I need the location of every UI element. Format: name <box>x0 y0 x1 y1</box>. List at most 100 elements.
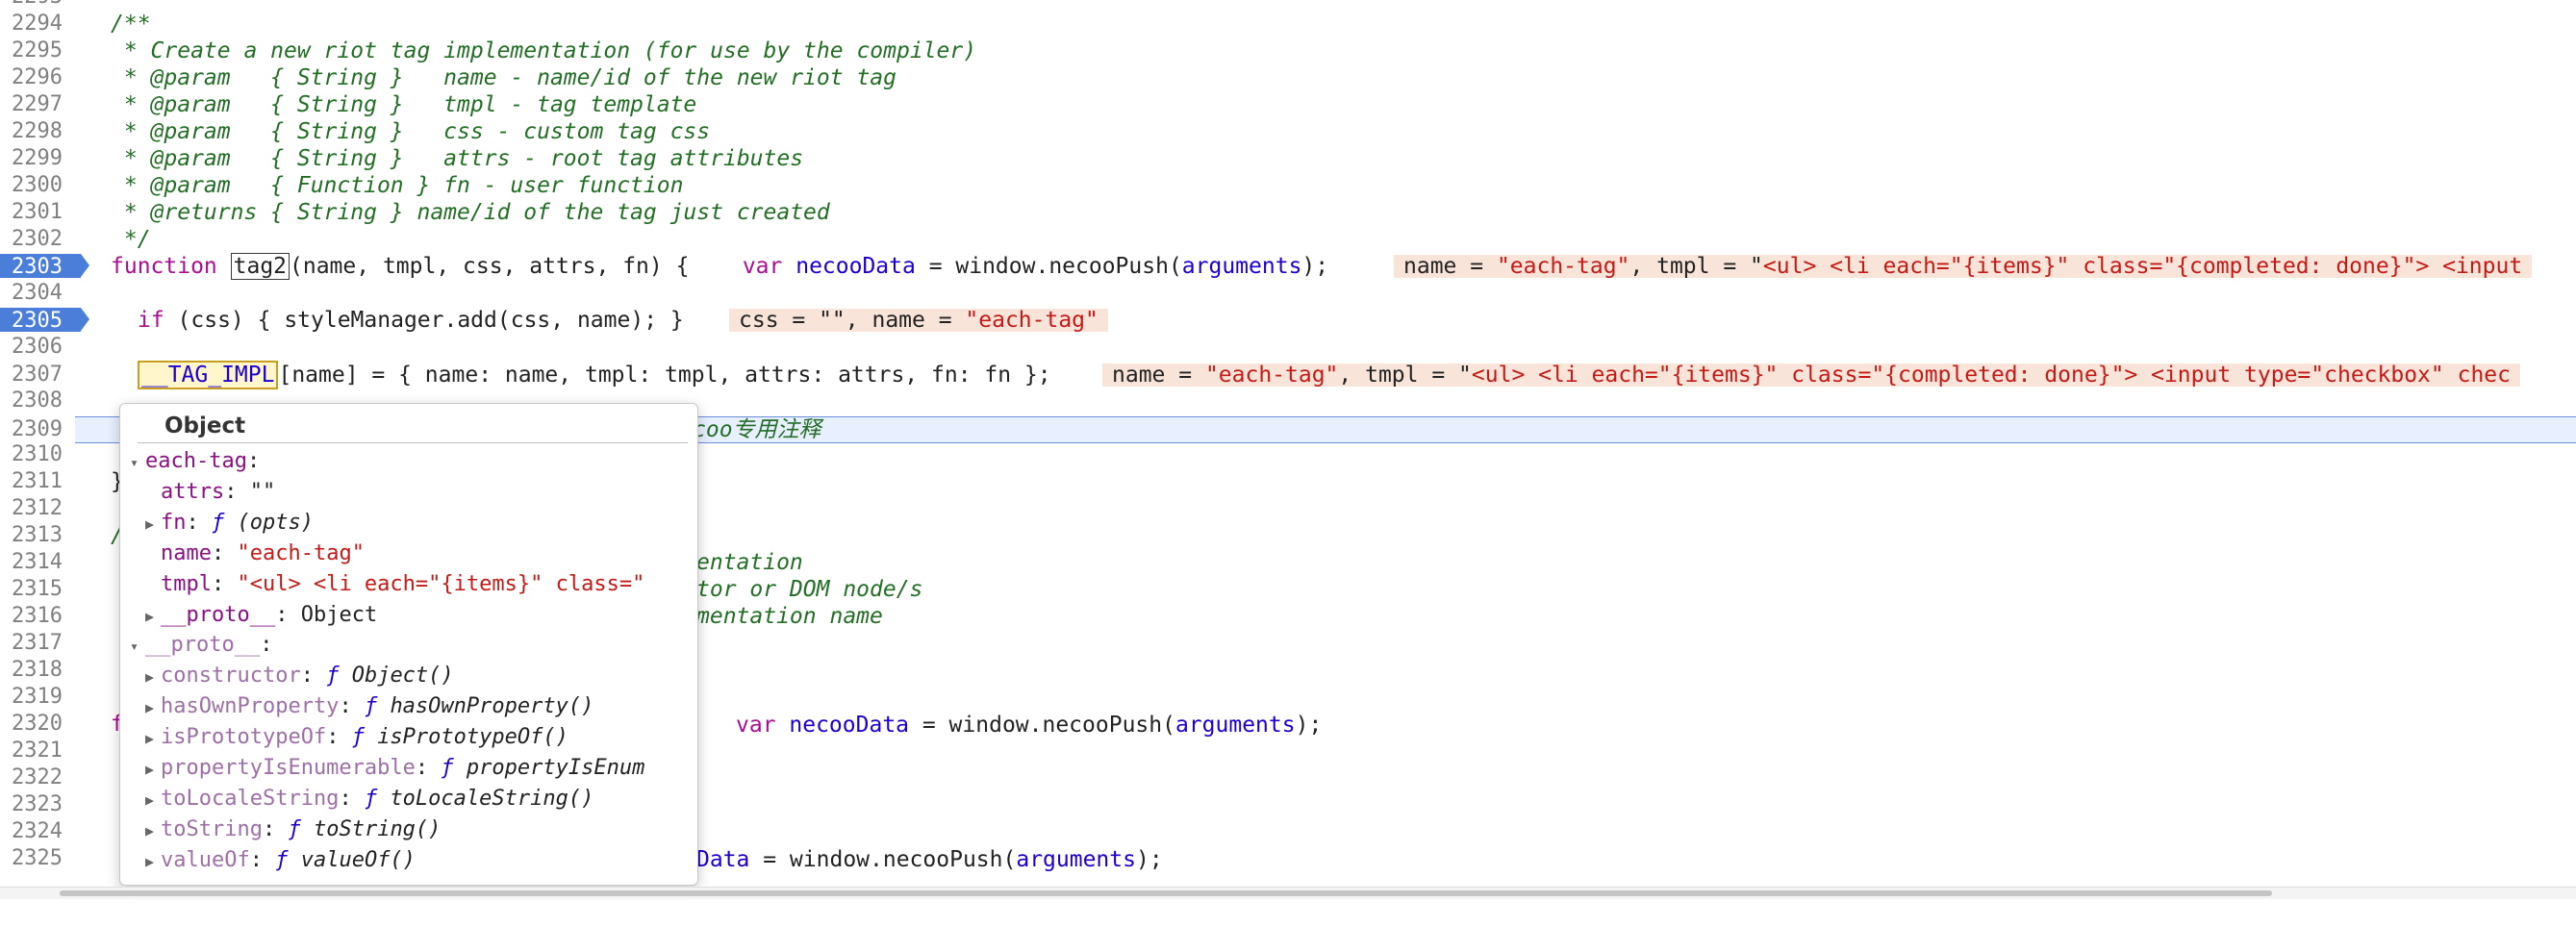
call: = window.necooPush( <box>749 847 1017 872</box>
function-glyph: ƒ <box>288 816 314 841</box>
function-signature: Object() <box>351 664 454 689</box>
inline-value-2307: name = "each-tag", tmpl = "<ul> <li each… <box>1102 363 2520 387</box>
breakpoint-marker[interactable]: 2303 <box>0 254 89 279</box>
code-line-2301[interactable]: 2301 * @returns { String } name/id of th… <box>0 199 2576 226</box>
keyword-if: if <box>138 308 178 333</box>
line-number: 2299 <box>12 146 63 170</box>
call-end: ); <box>1135 847 1163 872</box>
property-value: ƒ toString() <box>288 817 441 841</box>
collapsed-triangle-icon[interactable]: ▶ <box>145 601 161 632</box>
expanded-triangle-icon[interactable]: ▾ <box>130 447 145 478</box>
collapsed-triangle-icon[interactable]: ▶ <box>145 509 161 539</box>
property-key: propertyIsEnumerable <box>161 756 416 780</box>
property-key: attrs <box>161 479 225 504</box>
keyword-var: var <box>736 713 790 738</box>
code-text: * @param { String } tmpl - tag template <box>111 92 697 117</box>
inspector-row-isprototypeof[interactable]: ▶ isPrototypeOf: ƒ isPrototypeOf() <box>145 722 568 753</box>
line-number: 2301 <box>12 200 63 224</box>
collapsed-triangle-icon[interactable]: ▶ <box>145 815 161 846</box>
code-segment: (css) { styleManager.add(css, name); } <box>177 308 684 333</box>
call: = window.necooPush( <box>915 254 1182 279</box>
code-line-2298[interactable]: 2298 * @param { String } css - custom ta… <box>0 118 2576 145</box>
params: (name, tmpl, css, attrs, fn) { <box>290 254 690 279</box>
inspector-row-fn[interactable]: ▶ fn: ƒ (opts) <box>145 508 314 539</box>
arg-arguments: arguments <box>1181 254 1302 279</box>
collapsed-triangle-icon[interactable]: ▶ <box>145 692 161 723</box>
code-text: * Create a new riot tag implementation (… <box>111 38 977 63</box>
object-inspector-popup[interactable]: Object ▾ each-tag: attrs: "" ▶ fn: ƒ (opts) n… <box>119 403 698 886</box>
code-segment: [name] = { name: name, tmpl: tmpl, attrs… <box>278 363 1051 388</box>
function-glyph: ƒ <box>326 664 352 689</box>
line-number: 2315 <box>12 577 63 601</box>
code-editor[interactable]: 2309coo专用注释 22932294/**2295 * Create a n… <box>0 0 2576 899</box>
code-line-2297[interactable]: 2297 * @param { String } tmpl - tag temp… <box>0 91 2576 118</box>
line-number: 2293 <box>0 0 79 11</box>
property-value: "<ul> <li each="{items}" class=" <box>237 571 645 596</box>
keyword-var: var <box>689 254 796 279</box>
inspector-row-constructor[interactable]: ▶ constructor: ƒ Object() <box>145 661 454 691</box>
inspector-row-tolocalestring[interactable]: ▶ toLocaleString: ƒ toLocaleString() <box>145 784 593 814</box>
line-number: 2323 <box>12 792 63 816</box>
property-key: toString <box>161 816 263 841</box>
collapsed-triangle-icon[interactable]: ▶ <box>145 785 161 815</box>
code-line-2299[interactable]: 2299 * @param { String } attrs - root ta… <box>0 145 2576 172</box>
line-number: 2298 <box>12 119 63 143</box>
horizontal-scrollbar[interactable] <box>0 887 2576 899</box>
property-key: __proto__ <box>145 633 261 658</box>
inline-text: , tmpl = " <box>1629 254 1763 279</box>
line-number: 2296 <box>12 65 63 89</box>
collapsed-triangle-icon[interactable]: ▶ <box>145 662 161 692</box>
inline-text: css = "", name = <box>739 308 966 333</box>
inspector-row-propertyisenumerable[interactable]: ▶ propertyIsEnumerable: ƒ propertyIsEnum <box>145 753 644 784</box>
line-number: 2295 <box>12 38 63 63</box>
code-line-2295[interactable]: 2295 * Create a new riot tag implementat… <box>0 38 2576 64</box>
inspector-row-tostring[interactable]: ▶ toString: ƒ toString() <box>145 814 441 845</box>
separator: : <box>211 540 238 565</box>
collapsed-triangle-icon[interactable]: ▶ <box>145 754 161 785</box>
popup-title: Object <box>138 410 688 443</box>
inspector-row-valueof[interactable]: ▶ valueOf: ƒ valueOf() <box>145 845 416 876</box>
code-line-2296[interactable]: 2296 * @param { String } name - name/id … <box>0 64 2576 91</box>
function-glyph: ƒ <box>441 756 467 780</box>
inline-text: , tmpl = " <box>1338 363 1472 388</box>
property-value: ƒ valueOf() <box>275 848 416 872</box>
inspector-row-each-tag[interactable]: ▾ each-tag: <box>130 446 260 477</box>
separator: : <box>262 816 289 841</box>
function-glyph: ƒ <box>212 510 238 535</box>
inline-text: name = <box>1403 254 1497 279</box>
inspector-row-proto[interactable]: ▾ __proto__: <box>130 630 272 661</box>
scrollbar-thumb[interactable] <box>60 890 2272 896</box>
inspector-row-proto[interactable]: ▶ __proto__: Object <box>145 600 377 631</box>
inspector-row-hasownproperty[interactable]: ▶ hasOwnProperty: ƒ hasOwnProperty() <box>145 691 593 722</box>
code-line-2293[interactable]: 2293 <box>0 0 2576 11</box>
function-glyph: ƒ <box>275 847 301 872</box>
function-name-tag2[interactable]: tag2 <box>230 253 290 280</box>
function-signature: propertyIsEnum <box>466 756 645 780</box>
code-text: coo专用注释 <box>693 417 821 442</box>
collapsed-triangle-icon[interactable]: ▶ <box>145 846 161 877</box>
line-number: 2303 <box>12 255 63 279</box>
code-line-2300[interactable]: 2300 * @param { Function } fn - user fun… <box>0 172 2576 199</box>
code-line-2306[interactable]: 2306 <box>0 334 2576 361</box>
line-number: 2307 <box>12 363 63 387</box>
code-line-2304[interactable]: 2304 <box>0 280 2576 307</box>
line-number: 2324 <box>12 819 63 843</box>
code-line-2307[interactable]: 2307 __TAG_IMPL [name] = { name: name, tm… <box>0 361 2576 389</box>
arg-arguments: arguments <box>1016 847 1136 872</box>
hovered-identifier-tag-impl[interactable]: __TAG_IMPL <box>138 361 279 389</box>
separator: : <box>260 633 273 658</box>
separator: : <box>300 664 327 689</box>
expanded-triangle-icon[interactable]: ▾ <box>130 631 145 662</box>
breakpoint-marker[interactable]: 2305 <box>0 308 89 333</box>
property-key: isPrototypeOf <box>161 725 327 750</box>
property-value: ƒ toLocaleString() <box>365 787 593 811</box>
code-line-2302[interactable]: 2302 */ <box>0 226 2576 253</box>
code-text: if (css) { styleManager.add(css, name); … <box>138 307 684 334</box>
property-value: ƒ Object() <box>326 664 453 688</box>
collapsed-triangle-icon[interactable]: ▶ <box>145 723 161 754</box>
line-number: 2300 <box>12 173 63 197</box>
code-line-2303[interactable]: 2303 function tag2 (name, tmpl, css, attr… <box>0 253 2576 280</box>
code-line-2294[interactable]: 2294 /** <box>0 11 2576 38</box>
separator: : <box>211 571 238 596</box>
code-line-2305[interactable]: 2305 if (css) { styleManager.add(css, na… <box>0 307 2576 334</box>
